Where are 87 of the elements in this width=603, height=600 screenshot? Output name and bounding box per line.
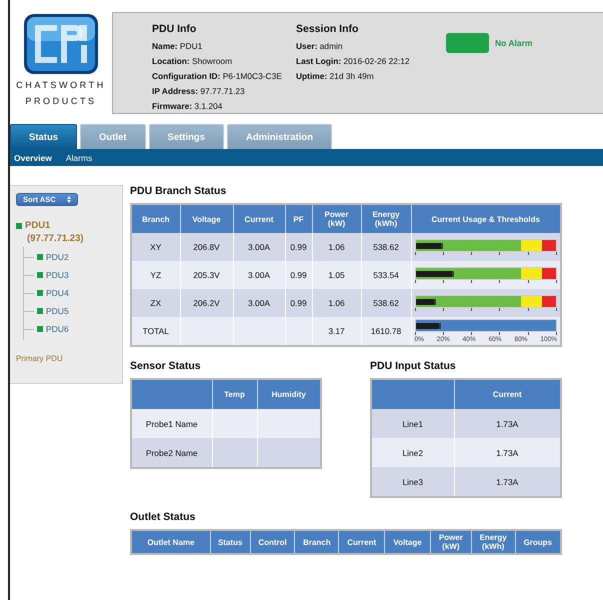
table-cell: 3.00A (233, 289, 285, 317)
section-title: PDU Branch Status (130, 185, 228, 197)
tree-item[interactable]: PDU2 (46, 252, 69, 262)
brand-name: CHATSWORTH (16, 79, 106, 91)
info-field: Configuration ID: P6-1M0C3-C3E (152, 71, 296, 81)
tree-item[interactable]: PDU3 (46, 270, 69, 280)
table-cell: Probe1 Name (131, 409, 212, 438)
table-cell: 206.2V (180, 289, 233, 317)
table-cell: 0.99 (285, 233, 312, 261)
table-cell: 538.62 (361, 233, 411, 261)
table-cell: 3.17 (312, 317, 361, 346)
table-cell: 1.73A (454, 409, 561, 438)
column-header: Power (kW) (430, 530, 472, 554)
tab[interactable]: Status (10, 124, 78, 149)
subnav-link[interactable]: Overview (14, 152, 52, 162)
table-cell: 205.3V (180, 261, 233, 289)
info-field: Firmware: 3.1.204 (152, 101, 296, 111)
tree-item[interactable]: PDU4 (46, 288, 69, 298)
table-cell: Line1 (371, 409, 454, 438)
tab[interactable]: Outlet (80, 124, 146, 149)
tab[interactable]: Settings (148, 124, 224, 149)
column-header: Current (233, 204, 285, 233)
brand-name: PRODUCTS (25, 95, 97, 107)
column-header: Temp (212, 379, 257, 409)
column-header: Outlet Name (131, 530, 210, 554)
info-field: IP Address: 97.77.71.23 (152, 86, 296, 96)
info-field: Last Login: 2016-02-26 22:12 (296, 56, 446, 66)
table-cell: 1.05 (312, 261, 361, 289)
table-cell: 1.73A (454, 467, 561, 497)
table-cell: 3.00A (233, 261, 285, 289)
column-header: Status (210, 530, 250, 554)
column-header: Humidity (257, 379, 321, 409)
info-field: Uptime: 21d 3h 49m (296, 71, 446, 81)
tree-item[interactable]: PDU6 (46, 324, 69, 334)
table-cell: XY (131, 233, 180, 261)
table-cell: 1.06 (312, 289, 361, 317)
table-cell: 0.99 (285, 261, 312, 289)
table-cell: 1.73A (454, 438, 561, 467)
subnav-link[interactable]: Alarms (66, 152, 92, 162)
critical-zone (542, 268, 556, 279)
column-header: Power (kW) (312, 204, 361, 233)
info-field: Name: PDU1 (152, 41, 296, 51)
table-cell: 1.06 (312, 233, 361, 261)
tree-item[interactable]: PDU5 (46, 306, 69, 316)
column-header: Voltage (180, 204, 233, 233)
column-header: Energy (kWh) (471, 530, 516, 554)
table-cell: 3.00A (233, 233, 285, 261)
table-cell: 1610.78 (361, 317, 411, 346)
logo-icon (23, 13, 99, 75)
table-cell: ZX (131, 289, 180, 317)
alarm-status: No Alarm (495, 38, 532, 48)
tree-item[interactable]: PDU1 (25, 220, 50, 231)
table-cell: 538.62 (361, 289, 411, 317)
legend-label: Primary PDU (16, 354, 64, 363)
table-cell: TOTAL (131, 317, 180, 346)
critical-zone (542, 240, 556, 251)
updown-icon (67, 196, 71, 203)
column-header: Control (250, 530, 295, 554)
column-header: Current Usage & Thresholds (411, 204, 561, 233)
column-header: PF (285, 204, 312, 233)
section-title: Outlet Status (130, 511, 196, 523)
column-header: Energy (kWh) (361, 204, 411, 233)
table-cell: 206.8V (180, 233, 233, 261)
column-header: Branch (131, 204, 180, 233)
column-header: Groups (515, 530, 561, 554)
column-header: Branch (294, 530, 339, 554)
warning-zone (520, 240, 542, 251)
column-header: Current (338, 530, 385, 554)
info-field: Location: Showroom (152, 56, 296, 66)
column-header: Current (454, 379, 561, 409)
ip-address: (97.77.71.23) (27, 233, 85, 244)
column-header: Voltage (384, 530, 430, 554)
section-title: Sensor Status (130, 360, 202, 372)
table-cell: Line3 (371, 467, 454, 497)
section-title: PDU Info (152, 23, 198, 35)
critical-zone (542, 296, 556, 307)
warning-zone (520, 268, 542, 279)
tab[interactable]: Administration (226, 124, 332, 149)
table-cell: YZ (131, 261, 180, 289)
info-field: User: admin (296, 41, 446, 51)
table-cell: 0.99 (285, 289, 312, 317)
section-title: Session Info (296, 23, 360, 35)
warning-zone (520, 296, 542, 307)
table-cell: 533.54 (361, 261, 411, 289)
table-cell: Probe2 Name (131, 438, 212, 468)
table-cell: Line2 (371, 438, 454, 467)
section-title: PDU Input Status (370, 360, 457, 372)
